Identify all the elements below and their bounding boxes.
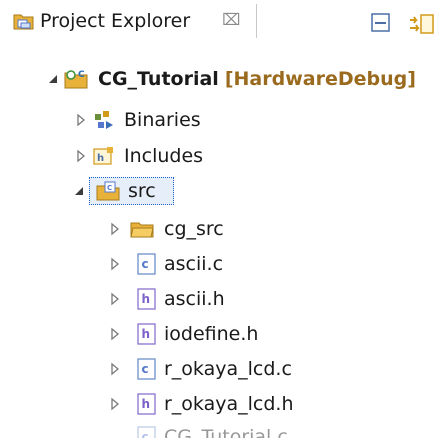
file-label: CG_Tutorial.c — [164, 426, 288, 438]
src-label: src — [128, 180, 156, 202]
tab-divider — [256, 4, 257, 38]
h-file-icon: h — [136, 322, 160, 346]
binaries-label: Binaries — [124, 109, 201, 131]
c-file-icon: c — [136, 252, 160, 276]
tree-row-file[interactable]: h ascii.h — [0, 282, 435, 316]
h-file-icon: h — [136, 392, 160, 416]
tree-row-file[interactable]: h r_okaya_lcd.h — [0, 387, 435, 421]
collapsed-arrow-icon[interactable] — [108, 291, 122, 306]
svg-text:h: h — [142, 327, 151, 341]
collapsed-arrow-icon[interactable] — [108, 361, 122, 376]
tree-row-binaries[interactable]: Binaries — [0, 103, 435, 137]
file-label: r_okaya_lcd.h — [164, 393, 294, 415]
c-file-icon: c — [136, 425, 160, 438]
collapsed-arrow-icon[interactable] — [108, 326, 122, 341]
svg-text:h: h — [142, 397, 151, 411]
svg-text:C: C — [107, 184, 112, 192]
project-explorer-icon — [13, 12, 35, 30]
tree-row-folder[interactable]: cg_src — [0, 212, 435, 246]
file-label: iodefine.h — [164, 323, 259, 345]
source-folder-icon: C — [96, 179, 120, 203]
svg-text:h: h — [97, 153, 104, 164]
project-name: CG_Tutorial [HardwareDebug] — [98, 66, 416, 92]
tab-title[interactable]: Project Explorer — [40, 8, 190, 34]
c-file-icon: c — [136, 357, 160, 381]
tab-close-icon[interactable]: ⌧ — [222, 9, 240, 31]
tree-row-file[interactable]: c r_okaya_lcd.c — [0, 352, 435, 386]
includes-icon: h — [92, 144, 116, 168]
tree-row-project[interactable]: C CG_Tutorial [HardwareDebug] — [0, 62, 435, 96]
svg-text:c: c — [142, 430, 149, 438]
expanded-arrow-icon[interactable] — [72, 183, 86, 197]
svg-text:c: c — [142, 362, 149, 376]
folder-label: cg_src — [164, 218, 224, 240]
tree-row-src[interactable]: C src — [0, 174, 435, 208]
collapsed-arrow-icon[interactable] — [74, 112, 88, 127]
expanded-arrow-icon[interactable] — [46, 71, 60, 85]
file-label: ascii.h — [164, 288, 225, 310]
file-label: r_okaya_lcd.c — [164, 358, 292, 380]
tree-row-file[interactable]: h iodefine.h — [0, 317, 435, 351]
file-label: ascii.c — [164, 253, 224, 275]
collapsed-arrow-icon[interactable] — [108, 396, 122, 411]
collapsed-arrow-icon[interactable] — [108, 256, 122, 271]
collapsed-arrow-icon[interactable] — [74, 148, 88, 163]
collapse-all-icon[interactable] — [370, 12, 392, 34]
link-with-editor-icon[interactable] — [407, 12, 434, 34]
includes-label: Includes — [124, 145, 204, 167]
collapsed-arrow-icon[interactable] — [108, 221, 122, 236]
tree-row-file[interactable]: c ascii.c — [0, 247, 435, 281]
svg-text:C: C — [78, 70, 85, 80]
h-file-icon: h — [136, 287, 160, 311]
project-build-config: [HardwareDebug] — [224, 68, 416, 90]
project-label: CG_Tutorial — [98, 68, 219, 90]
tree-row-file[interactable]: c CG_Tutorial.c — [0, 420, 435, 438]
c-project-icon: C — [64, 67, 88, 91]
svg-text:c: c — [142, 257, 149, 271]
tree-row-includes[interactable]: h Includes — [0, 139, 435, 173]
binaries-icon — [92, 108, 116, 132]
view-tab-bar: Project Explorer ⌧ — [0, 0, 435, 42]
svg-text:h: h — [142, 292, 151, 306]
folder-icon — [130, 217, 154, 241]
